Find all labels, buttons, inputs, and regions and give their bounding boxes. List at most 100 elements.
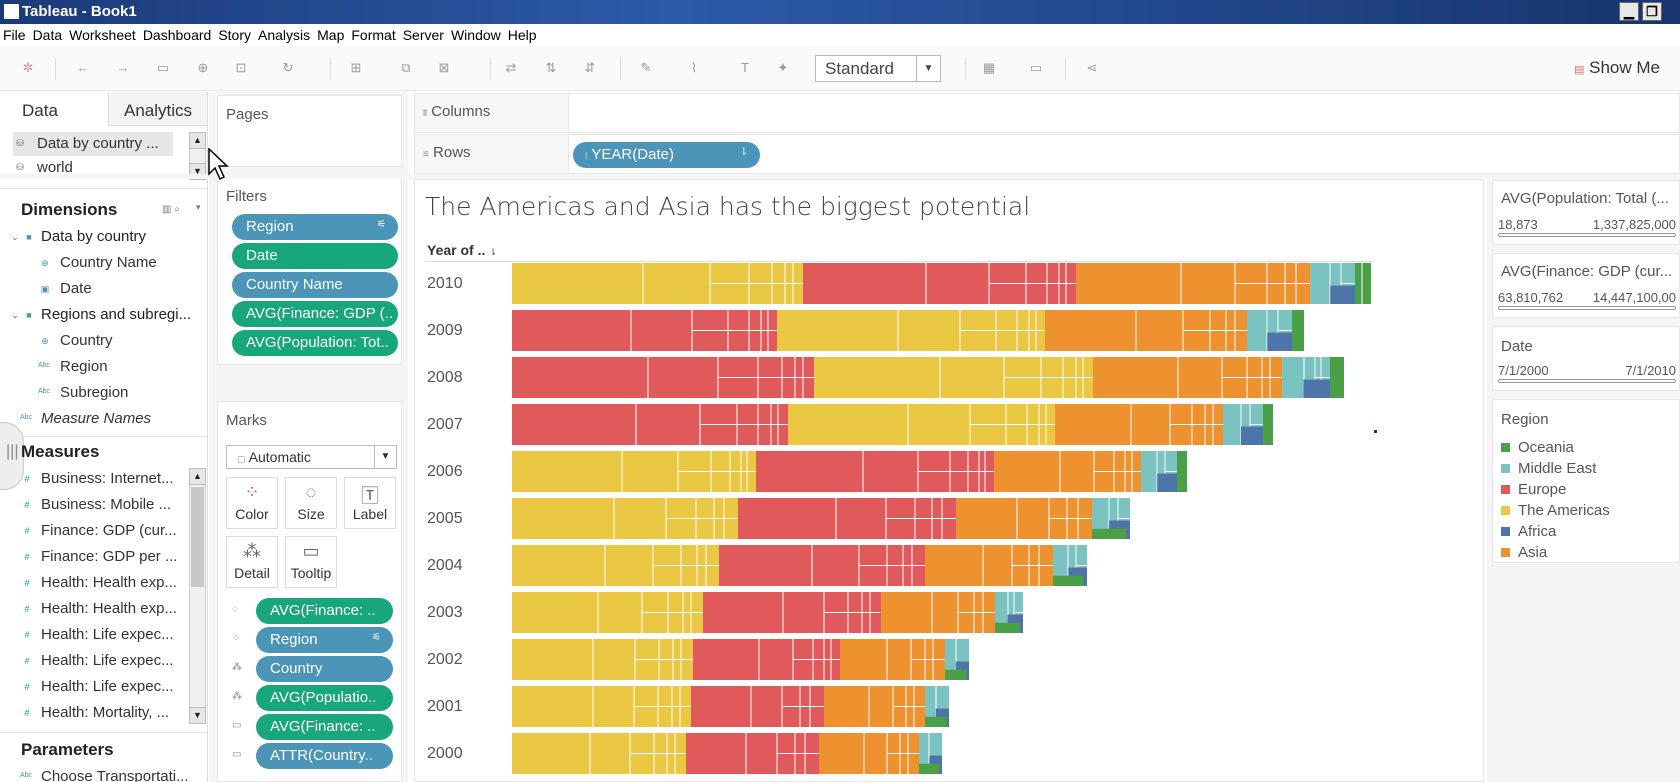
redo-icon[interactable]: → — [115, 60, 131, 76]
bar-segment-oceania[interactable] — [1092, 528, 1127, 539]
sort-ascending-icon[interactable]: ⇅ — [543, 60, 559, 76]
bar-segment-oceania[interactable] — [1177, 451, 1187, 492]
measure-field[interactable]: # Health: Life expec... — [0, 676, 190, 702]
menu-file[interactable]: File — [0, 24, 30, 43]
show-me-button[interactable]: ▤ Show Me — [1574, 58, 1660, 78]
filter-pill[interactable]: AVG(Finance: GDP (.. — [232, 301, 398, 327]
duplicate-sheet-icon[interactable]: ⧉ — [398, 60, 414, 76]
measure-field[interactable]: # Health: Mortality, ... — [0, 702, 190, 728]
fix-axes-icon[interactable]: ✦ — [775, 60, 791, 76]
pause-updates-icon[interactable]: ⊡ — [233, 60, 249, 76]
undo-icon[interactable]: ← — [75, 60, 91, 76]
menu-data[interactable]: Data — [30, 24, 67, 43]
measure-field[interactable]: # Health: Life expec... — [0, 650, 190, 676]
menu-story[interactable]: Story — [215, 24, 255, 43]
marks-pill[interactable]: AVG(Finance: .. — [256, 714, 393, 740]
measure-field[interactable]: # Business: Internet... — [0, 468, 190, 494]
gdp-range-slider[interactable] — [1498, 306, 1676, 310]
scroll-up-icon[interactable]: ▲ — [189, 132, 206, 149]
dimensions-menu-icon[interactable]: ▾ — [196, 202, 201, 213]
show-cards-icon[interactable]: ▦ — [981, 60, 997, 76]
tab-analytics[interactable]: Analytics — [108, 92, 207, 126]
population-filter-card[interactable]: AVG(Population: Total (... 18,873 1,337,… — [1492, 180, 1680, 245]
filters-card[interactable]: Filters Region ⚟ Date Country Name AVG(Fi… — [217, 177, 402, 365]
scroll-down-icon[interactable]: ▼ — [189, 707, 206, 724]
measure-field[interactable]: # Business: Mobile ... — [0, 494, 190, 520]
bar-segment-oceania[interactable] — [945, 669, 967, 680]
menu-server[interactable]: Server — [400, 24, 448, 43]
bar-segment-africa[interactable] — [1303, 379, 1330, 398]
tab-data[interactable]: Data — [0, 92, 108, 126]
dimension-table-item[interactable]: ⌄ ■ Data by country — [0, 226, 190, 252]
detail-button[interactable]: ⁂ Detail — [226, 536, 278, 588]
filter-pill[interactable]: Country Name — [232, 272, 398, 298]
date-range-slider[interactable] — [1498, 379, 1676, 383]
swap-icon[interactable]: ⇄ — [503, 60, 519, 76]
pages-card[interactable]: Pages — [217, 95, 402, 167]
legend-item-europe[interactable]: Europe — [1501, 481, 1566, 498]
datasource-item[interactable]: ⛁ Data by country ... — [13, 132, 173, 156]
tooltip-button[interactable]: ▭ Tooltip — [285, 536, 337, 588]
columns-shelf[interactable]: ⦀ Columns — [414, 93, 1680, 133]
parameter-field[interactable]: Abc Choose Transportati... — [0, 766, 190, 782]
new-data-source-icon[interactable]: ⊕ — [195, 60, 211, 76]
filter-pill[interactable]: AVG(Population: Tot.. — [232, 330, 398, 356]
marks-pill[interactable]: AVG(Finance: .. — [256, 598, 393, 624]
marks-pill[interactable]: Country — [256, 656, 393, 682]
scroll-thumb[interactable] — [191, 487, 204, 587]
save-icon[interactable]: ▭ — [155, 60, 171, 76]
bar-segment-oceania[interactable] — [925, 716, 947, 727]
dimension-field[interactable]: Abc Subregion — [0, 382, 190, 408]
measure-field[interactable]: # Health: Health exp... — [0, 572, 190, 598]
menu-worksheet[interactable]: Worksheet — [66, 24, 140, 43]
show-labels-icon[interactable]: T — [737, 60, 753, 76]
color-button[interactable]: ⁘ Color — [226, 477, 278, 529]
new-worksheet-icon[interactable]: ⊞ — [348, 60, 364, 76]
rows-pill[interactable]: ⁞ YEAR(Date) ⇂ — [573, 142, 760, 168]
marks-pill[interactable]: Region ⚟ — [256, 627, 393, 653]
fit-dropdown[interactable]: Standard ▼ — [815, 55, 941, 82]
population-range-slider[interactable] — [1498, 233, 1676, 237]
label-button[interactable]: 🅃 Label — [344, 477, 396, 529]
bar-segment-oceania[interactable] — [1330, 357, 1344, 398]
filter-pill[interactable]: Region ⚟ — [232, 214, 398, 240]
bar-segment-africa[interactable] — [1267, 332, 1292, 351]
sort-descending-icon[interactable]: ⇵ — [582, 60, 598, 76]
view-options-icon[interactable]: ▥ ⌕ — [162, 204, 180, 215]
measure-field[interactable]: # Finance: GDP per ... — [0, 546, 190, 572]
size-button[interactable]: ◌ Size — [285, 477, 337, 529]
rows-shelf[interactable]: ≡ Rows ⁞ YEAR(Date) ⇂ — [414, 134, 1680, 174]
bar-segment-oceania[interactable] — [1053, 575, 1084, 586]
stacked-bar-chart[interactable] — [510, 260, 1380, 782]
measure-field[interactable]: # Health: Health exp... — [0, 598, 190, 624]
measure-field[interactable]: # Finance: GDP (cur... — [0, 520, 190, 546]
group-members-icon[interactable]: ⌇ — [686, 60, 702, 76]
menu-dashboard[interactable]: Dashboard — [140, 24, 216, 43]
menu-analysis[interactable]: Analysis — [255, 24, 314, 43]
menu-format[interactable]: Format — [348, 24, 399, 43]
filter-pill[interactable]: Date — [232, 243, 398, 269]
bar-segment-oceania[interactable] — [1263, 404, 1273, 445]
bar-segment-africa[interactable] — [1157, 473, 1177, 492]
legend-item-the-americas[interactable]: The Americas — [1501, 502, 1610, 519]
bar-segment-oceania[interactable] — [919, 763, 940, 774]
bar-segment-oceania[interactable] — [1355, 263, 1371, 304]
measure-field[interactable]: # Health: Life expec... — [0, 624, 190, 650]
dimension-field[interactable]: Abc Measure Names — [0, 408, 190, 434]
scroll-up-icon[interactable]: ▲ — [189, 468, 206, 485]
legend-item-oceania[interactable]: Oceania — [1501, 439, 1574, 456]
gdp-filter-card[interactable]: AVG(Finance: GDP (cur... 63,810,762 14,4… — [1492, 253, 1680, 318]
datasource-scrollbar[interactable]: ▲ ▼ — [189, 132, 206, 180]
dimension-field[interactable]: ▣ Date — [0, 278, 190, 304]
share-icon[interactable]: ⋖ — [1084, 60, 1100, 76]
row-header-label[interactable]: Year of .. ⇂ — [427, 242, 497, 258]
dimension-field[interactable]: Abc Region — [0, 356, 190, 382]
presentation-mode-icon[interactable]: ▭ — [1028, 60, 1044, 76]
restore-button[interactable]: ❐ — [1642, 2, 1662, 21]
legend-item-asia[interactable]: Asia — [1501, 544, 1547, 561]
dimension-table-item[interactable]: ⌄ ■ Regions and subregi... — [0, 304, 190, 330]
bar-segment-africa[interactable] — [1241, 426, 1263, 445]
minimize-button[interactable]: ▁ — [1619, 2, 1639, 21]
menu-window[interactable]: Window — [448, 24, 505, 43]
bar-segment-oceania[interactable] — [995, 622, 1021, 633]
